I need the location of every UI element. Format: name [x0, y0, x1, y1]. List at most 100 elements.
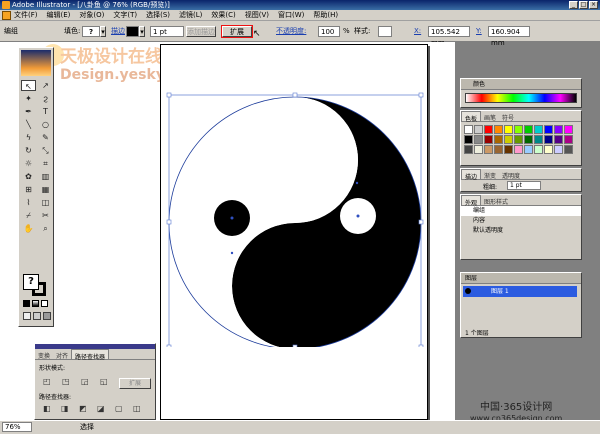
pencil-tool-icon[interactable]: ✎ — [38, 132, 53, 143]
tab-transform[interactable]: 变换 — [35, 349, 53, 360]
none-mode-icon[interactable] — [41, 300, 48, 307]
tab-stroke[interactable]: 描边 — [461, 169, 482, 181]
tab-brushes[interactable]: 画笔 — [481, 111, 499, 122]
scissors-tool-icon[interactable]: ✂ — [38, 210, 53, 221]
current-tool-status: 选择 — [80, 423, 94, 431]
swatch-grid[interactable] — [464, 125, 573, 154]
exclude-icon[interactable]: ◱ — [100, 377, 111, 386]
menu-type[interactable]: 文字(T) — [113, 10, 137, 20]
lasso-tool-icon[interactable]: ϩ — [38, 93, 53, 104]
pen-tool-icon[interactable]: ✒ — [21, 106, 36, 117]
minimize-button[interactable]: _ — [569, 1, 578, 9]
trim-icon[interactable]: ◨ — [61, 404, 72, 413]
selection-tool-icon[interactable]: ↖ — [21, 80, 36, 91]
tab-transparency[interactable]: 透明度 — [499, 169, 523, 180]
stroke-dropdown-icon[interactable]: ▾ — [139, 26, 145, 37]
menu-help[interactable]: 帮助(H) — [313, 10, 338, 20]
rotate-tool-icon[interactable]: ↻ — [21, 145, 36, 156]
appearance-item-contents[interactable]: 内容 — [461, 216, 581, 226]
stroke-swatch[interactable] — [126, 26, 139, 37]
menu-select[interactable]: 选择(S) — [146, 10, 170, 20]
screen-mode-standard-icon[interactable] — [23, 312, 31, 320]
tab-pathfinder[interactable]: 路径查找器 — [71, 349, 110, 361]
site-line1: 中国·365设计网 — [480, 402, 553, 413]
stroke-link[interactable]: 描边 — [111, 26, 125, 37]
appearance-item-opacity[interactable]: 默认透明度 — [461, 226, 581, 236]
selection-mode-label: 编组 — [4, 27, 18, 35]
minus-back-icon[interactable]: ◫ — [133, 404, 144, 413]
layers-panel-title[interactable]: 图层 — [461, 273, 581, 284]
color-mode-icon[interactable] — [23, 300, 30, 307]
zoom-tool-icon[interactable]: ⌕ — [38, 223, 53, 234]
tab-gradient[interactable]: 渐变 — [481, 169, 499, 180]
outline-icon[interactable]: ▢ — [115, 404, 126, 413]
layer-row[interactable]: 图层 1 — [463, 286, 577, 297]
style-swatch[interactable] — [378, 26, 392, 37]
pathfinders-label: 路径查找器: — [39, 394, 72, 401]
illustrator-app-icon — [2, 1, 10, 9]
fill-color-box[interactable]: ? — [23, 274, 39, 290]
menu-edit[interactable]: 编辑(E) — [47, 10, 71, 20]
menu-effect[interactable]: 效果(C) — [211, 10, 235, 20]
scale-tool-icon[interactable]: ⤡ — [38, 145, 53, 156]
tab-align[interactable]: 对齐 — [53, 349, 71, 360]
mesh-tool-icon[interactable]: ⊞ — [21, 184, 36, 195]
y-field[interactable]: 160.904 mm — [488, 26, 530, 47]
menu-view[interactable]: 视图(V) — [245, 10, 269, 20]
color-panel-title[interactable]: 颜色 — [461, 79, 581, 90]
fill-dropdown-icon[interactable]: ▾ — [100, 26, 106, 37]
graph-tool-icon[interactable]: ▥ — [38, 171, 53, 182]
pathfinder-expand-button[interactable]: 扩展 — [119, 378, 151, 389]
visibility-eye-icon[interactable] — [465, 288, 471, 294]
y-label: Y: — [476, 27, 482, 35]
opacity-field[interactable]: 100 — [318, 26, 340, 37]
weight-field[interactable]: 1 pt — [507, 181, 541, 190]
blend-tool-icon[interactable]: ◫ — [38, 197, 53, 208]
tab-appearance[interactable]: 外观 — [461, 195, 482, 207]
tab-symbols[interactable]: 符号 — [499, 111, 517, 122]
menu-file[interactable]: 文件(F) — [14, 10, 38, 20]
hand-tool-icon[interactable]: ✋ — [21, 223, 36, 234]
expand-button[interactable]: 扩展 — [221, 25, 253, 38]
symbol-tool-icon[interactable]: ✿ — [21, 171, 36, 182]
gradient-mode-icon[interactable] — [32, 300, 39, 307]
ellipse-tool-icon[interactable]: ○ — [38, 119, 53, 130]
fill-swatch[interactable]: ? — [82, 26, 100, 37]
stroke-weight-field[interactable]: 1 pt — [150, 26, 184, 37]
menu-filter[interactable]: 滤镜(L) — [179, 10, 202, 20]
taiji-artwork[interactable] — [166, 47, 426, 347]
direct-selection-tool-icon[interactable]: ↗ — [38, 80, 53, 91]
slice-tool-icon[interactable]: ⌿ — [21, 210, 36, 221]
brush-tool-icon[interactable]: ϟ — [21, 132, 36, 143]
type-tool-icon[interactable]: T — [38, 106, 53, 117]
add-stroke-button: 添加描边 — [186, 26, 216, 37]
appearance-item-group[interactable]: 编组 — [461, 206, 581, 216]
free-transform-tool-icon[interactable]: ⌗ — [38, 158, 53, 169]
close-button[interactable]: × — [589, 1, 598, 9]
tab-swatches[interactable]: 色板 — [461, 111, 482, 123]
zoom-field[interactable]: 76% — [2, 422, 32, 432]
percent-label: % — [343, 27, 350, 35]
gradient-tool-icon[interactable]: ▦ — [38, 184, 53, 195]
divide-icon[interactable]: ◧ — [43, 404, 54, 413]
screen-mode-full-icon[interactable] — [43, 312, 51, 320]
color-spectrum[interactable] — [465, 93, 577, 103]
merge-icon[interactable]: ◩ — [79, 404, 90, 413]
opacity-link[interactable]: 不透明度: — [276, 26, 306, 37]
menu-window[interactable]: 窗口(W) — [278, 10, 304, 20]
x-label: X: — [414, 27, 422, 35]
screen-mode-menu-icon[interactable] — [33, 312, 41, 320]
warp-tool-icon[interactable]: ☼ — [21, 158, 36, 169]
maximize-button[interactable]: □ — [579, 1, 588, 9]
x-field[interactable]: 105.542 mm — [428, 26, 470, 47]
minus-front-icon[interactable]: ◳ — [62, 377, 73, 386]
crop-icon[interactable]: ◪ — [97, 404, 108, 413]
line-tool-icon[interactable]: ╲ — [21, 119, 36, 130]
intersect-icon[interactable]: ◲ — [81, 377, 92, 386]
magic-wand-tool-icon[interactable]: ✦ — [21, 93, 36, 104]
menu-object[interactable]: 对象(O) — [79, 10, 104, 20]
tab-graphic-styles[interactable]: 图形样式 — [481, 195, 511, 206]
layer-name: 图层 1 — [491, 288, 509, 295]
eyedropper-tool-icon[interactable]: ⌇ — [21, 197, 36, 208]
unite-icon[interactable]: ◰ — [43, 377, 54, 386]
